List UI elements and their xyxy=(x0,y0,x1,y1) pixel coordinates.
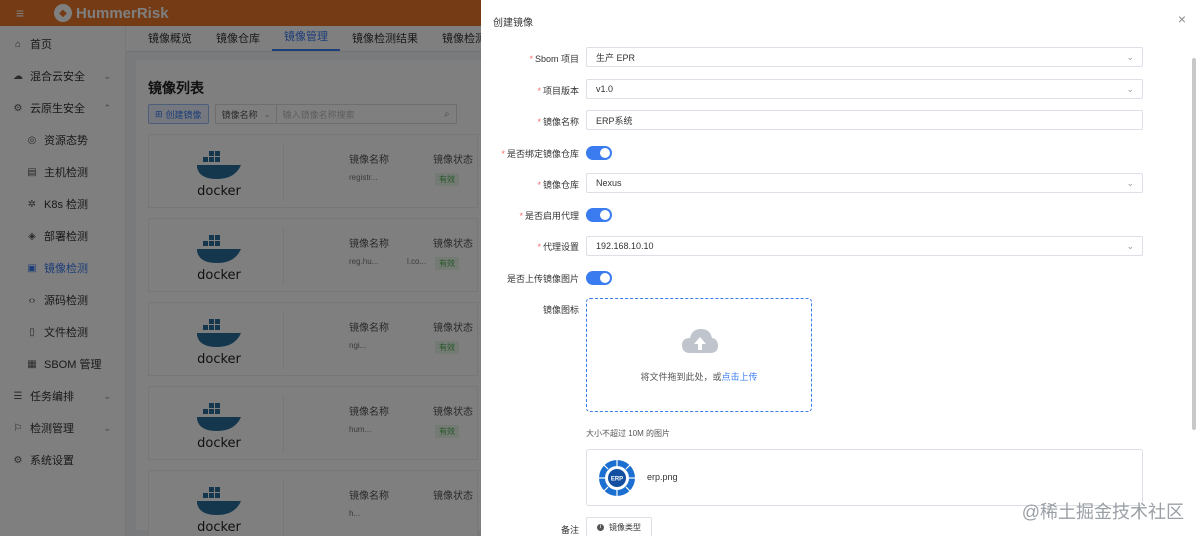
image-repo-select[interactable]: Nexus ⌄ xyxy=(586,173,1143,193)
upload-image-label-text: 是否上传镜像图片 xyxy=(506,274,579,284)
bind-repo-label: * 是否绑定镜像仓库 xyxy=(501,149,579,159)
upload-tip: 大小不超过 10M 的图片 xyxy=(586,429,671,438)
image-name-value: ERP系统 xyxy=(596,115,633,126)
project-version-select[interactable]: v1.0 ⌄ xyxy=(586,79,1143,99)
file-name: erp.png xyxy=(647,472,678,482)
watermark: @稀土掘金技术社区 xyxy=(1021,502,1184,522)
chevron-down-icon: ⌄ xyxy=(1126,240,1134,251)
create-image-drawer: 创建镜像 × * Sbom 项目 生产 EPR ⌄ * 项目版本 v1.0 ⌄ * 镜… xyxy=(481,0,1200,536)
upload-hint-text: 将文件拖到此处，或 xyxy=(640,372,722,382)
erp-file-thumbnail: ERP xyxy=(599,460,635,496)
proxy-setting-select[interactable]: 192.168.10.10 ⌄ xyxy=(586,236,1143,256)
proxy-enable-toggle[interactable] xyxy=(586,208,612,222)
chevron-down-icon: ⌄ xyxy=(1126,83,1134,94)
upload-image-toggle[interactable] xyxy=(586,271,612,285)
proxy-enable-label: * 是否启用代理 xyxy=(519,211,579,221)
chevron-down-icon: ⌄ xyxy=(1126,51,1134,62)
info-icon: i xyxy=(597,523,604,531)
image-repo-label: * 镜像仓库 xyxy=(537,180,579,190)
erp-thumbnail-text: ERP xyxy=(611,477,623,483)
sbom-project-label-text: Sbom 项目 xyxy=(534,54,579,64)
upload-image-label: 是否上传镜像图片 xyxy=(481,272,579,285)
bind-repo-toggle[interactable] xyxy=(586,146,612,160)
image-name-label-text: 镜像名称 xyxy=(542,117,579,127)
image-type-text: 镜像类型 xyxy=(609,522,641,532)
sbom-project-select[interactable]: 生产 EPR ⌄ xyxy=(586,47,1143,67)
sbom-project-value: 生产 EPR xyxy=(596,52,636,63)
drawer-scrollbar[interactable] xyxy=(1192,58,1196,430)
note-label: 备注 xyxy=(560,525,579,535)
image-type-chip[interactable]: i 镜像类型 xyxy=(586,517,652,536)
proxy-enable-label-text: 是否启用代理 xyxy=(524,211,579,221)
upload-hint: 将文件拖到此处，或点击上传 xyxy=(587,370,811,383)
image-icon-label-text: 镜像图标 xyxy=(542,305,579,315)
image-repo-value: Nexus xyxy=(596,178,622,188)
bind-repo-label-text: 是否绑定镜像仓库 xyxy=(506,149,579,159)
proxy-setting-value: 192.168.10.10 xyxy=(596,241,654,251)
image-icon-label: 镜像图标 xyxy=(481,303,579,316)
sbom-project-label: * Sbom 项目 xyxy=(529,54,579,64)
project-version-label: * 项目版本 xyxy=(537,86,579,96)
image-repo-label-text: 镜像仓库 xyxy=(542,180,579,190)
app-root: ≡ ◆ HummerRisk ⌂ 首页 ☁ 混合云安全 ⌄ ⚙ 云原生安全 ⌃ … xyxy=(0,0,1200,536)
close-icon[interactable]: × xyxy=(1178,11,1186,27)
image-name-input[interactable]: ERP系统 xyxy=(586,110,1143,130)
image-name-label: * 镜像名称 xyxy=(537,117,579,127)
upload-dropzone[interactable]: 将文件拖到此处，或点击上传 xyxy=(586,298,812,412)
project-version-value: v1.0 xyxy=(596,84,614,94)
proxy-setting-label-text: 代理设置 xyxy=(542,242,579,252)
cloud-upload-icon xyxy=(682,329,718,353)
project-version-label-text: 项目版本 xyxy=(542,86,579,96)
click-upload-link[interactable]: 点击上传 xyxy=(722,372,758,382)
drawer-title: 创建镜像 xyxy=(493,18,533,29)
chevron-down-icon: ⌄ xyxy=(1126,177,1134,188)
proxy-setting-label: * 代理设置 xyxy=(537,242,579,252)
